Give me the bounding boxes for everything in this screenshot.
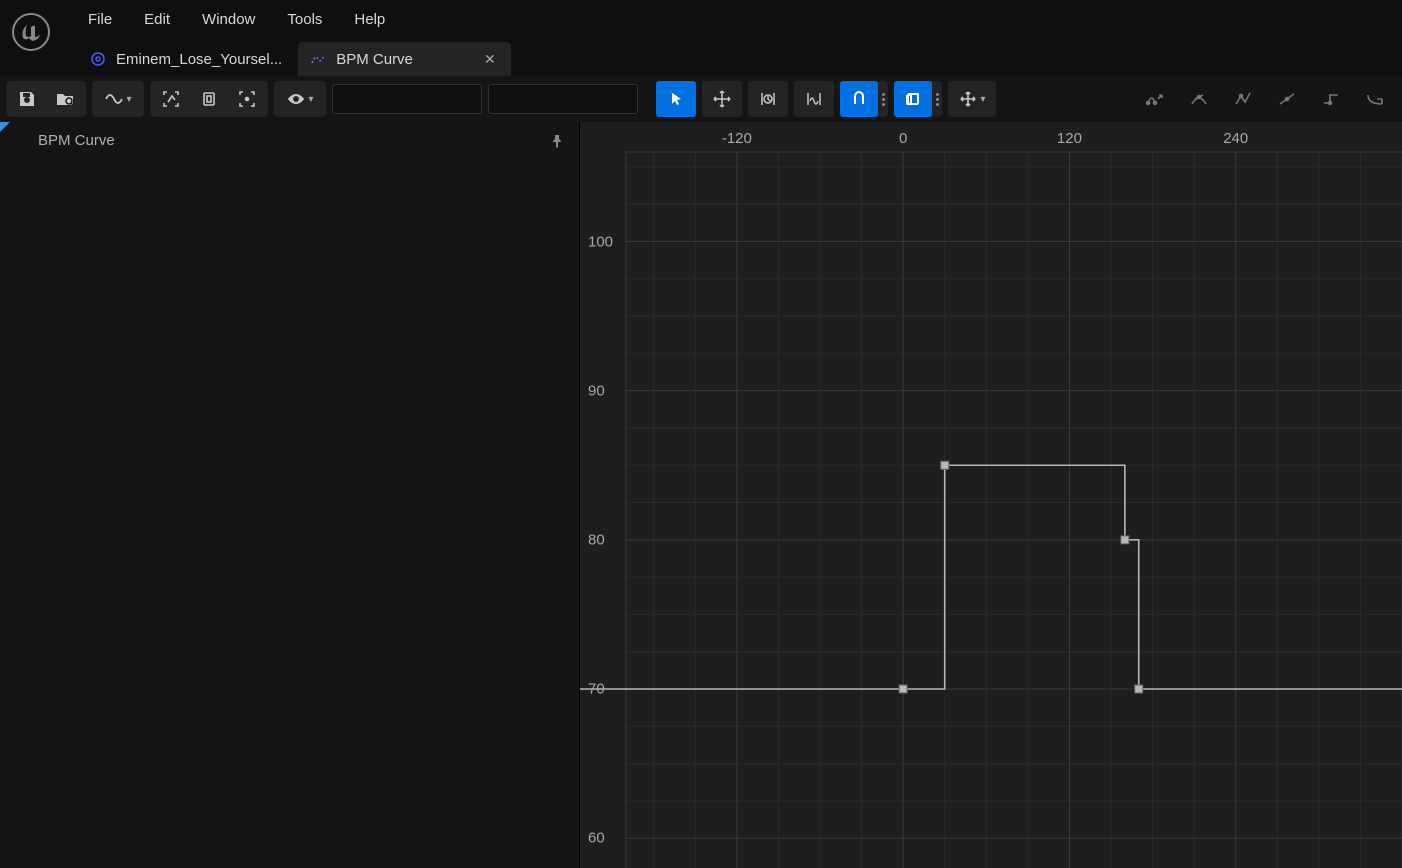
frame-selection-button[interactable] (152, 81, 190, 117)
value-input[interactable] (488, 84, 638, 114)
curve-icon (310, 51, 326, 67)
chevron-down-icon: ▾ (980, 94, 985, 105)
chevron-down-icon: ▾ (308, 94, 313, 105)
y-tick-label: 90 (588, 382, 605, 399)
menu-edit[interactable]: Edit (128, 5, 186, 34)
browse-button[interactable] (46, 81, 84, 117)
save-button[interactable] (8, 81, 46, 117)
chevron-down-icon: ▾ (126, 94, 131, 105)
toolbar: ▾ ▾ (0, 76, 1402, 122)
snap-grid-button[interactable] (894, 81, 932, 117)
curve-viewport[interactable]: -120 0 120 240 60 70 80 90 100 (580, 122, 1402, 868)
snap-grid-options[interactable] (932, 81, 942, 117)
x-tick-label: 0 (899, 130, 907, 147)
menu-file[interactable]: File (72, 5, 128, 34)
y-tick-label: 100 (588, 233, 613, 250)
pin-icon[interactable] (549, 133, 565, 149)
menu-help[interactable]: Help (338, 5, 401, 34)
value-snap-button[interactable] (794, 81, 834, 117)
select-tool-button[interactable] (656, 81, 696, 117)
tangent-auto-button[interactable] (1136, 81, 1174, 117)
panel-corner-icon (0, 122, 10, 132)
tangent-linear-button[interactable] (1268, 81, 1306, 117)
x-tick-label: -120 (722, 130, 752, 147)
tangent-break-button[interactable] (1224, 81, 1262, 117)
time-snap-button[interactable] (748, 81, 788, 117)
close-icon[interactable]: ✕ (483, 52, 497, 66)
main-area: BPM Curve -120 0 120 240 60 70 80 90 100 (0, 122, 1402, 868)
unreal-logo-icon (8, 9, 54, 55)
menu-tools[interactable]: Tools (271, 5, 338, 34)
tangent-constant-button[interactable] (1312, 81, 1350, 117)
visibility-button[interactable]: ▾ (276, 81, 324, 117)
tangent-weighted-button[interactable] (1356, 81, 1394, 117)
frame-curve-button[interactable] (190, 81, 228, 117)
tab-bar: Eminem_Lose_Yoursel... BPM Curve ✕ (0, 38, 1402, 76)
frame-all-button[interactable] (228, 81, 266, 117)
menu-bar: File Edit Window Tools Help (0, 0, 1402, 38)
move-tool-button[interactable]: ▾ (948, 81, 996, 117)
tab-label: BPM Curve (336, 51, 413, 68)
curve-mode-button[interactable]: ▾ (94, 81, 142, 117)
transform-tool-button[interactable] (702, 81, 742, 117)
menu-window[interactable]: Window (186, 5, 271, 34)
y-tick-label: 70 (588, 681, 605, 698)
x-tick-label: 120 (1057, 130, 1082, 147)
time-input[interactable] (332, 84, 482, 114)
x-tick-label: 240 (1223, 130, 1248, 147)
curve-list-item[interactable]: BPM Curve (0, 122, 579, 159)
curve-list-panel: BPM Curve (0, 122, 580, 868)
y-tick-label: 80 (588, 531, 605, 548)
snap-axis-button[interactable] (840, 81, 878, 117)
tab-bpm-curve[interactable]: BPM Curve ✕ (298, 42, 511, 76)
tab-label: Eminem_Lose_Yoursel... (116, 51, 282, 68)
tab-asset[interactable]: Eminem_Lose_Yoursel... (78, 42, 296, 76)
snap-axis-options[interactable] (878, 81, 888, 117)
tangent-user-button[interactable] (1180, 81, 1218, 117)
curve-name-label: BPM Curve (38, 132, 115, 149)
y-tick-label: 60 (588, 830, 605, 847)
asset-icon (90, 51, 106, 67)
